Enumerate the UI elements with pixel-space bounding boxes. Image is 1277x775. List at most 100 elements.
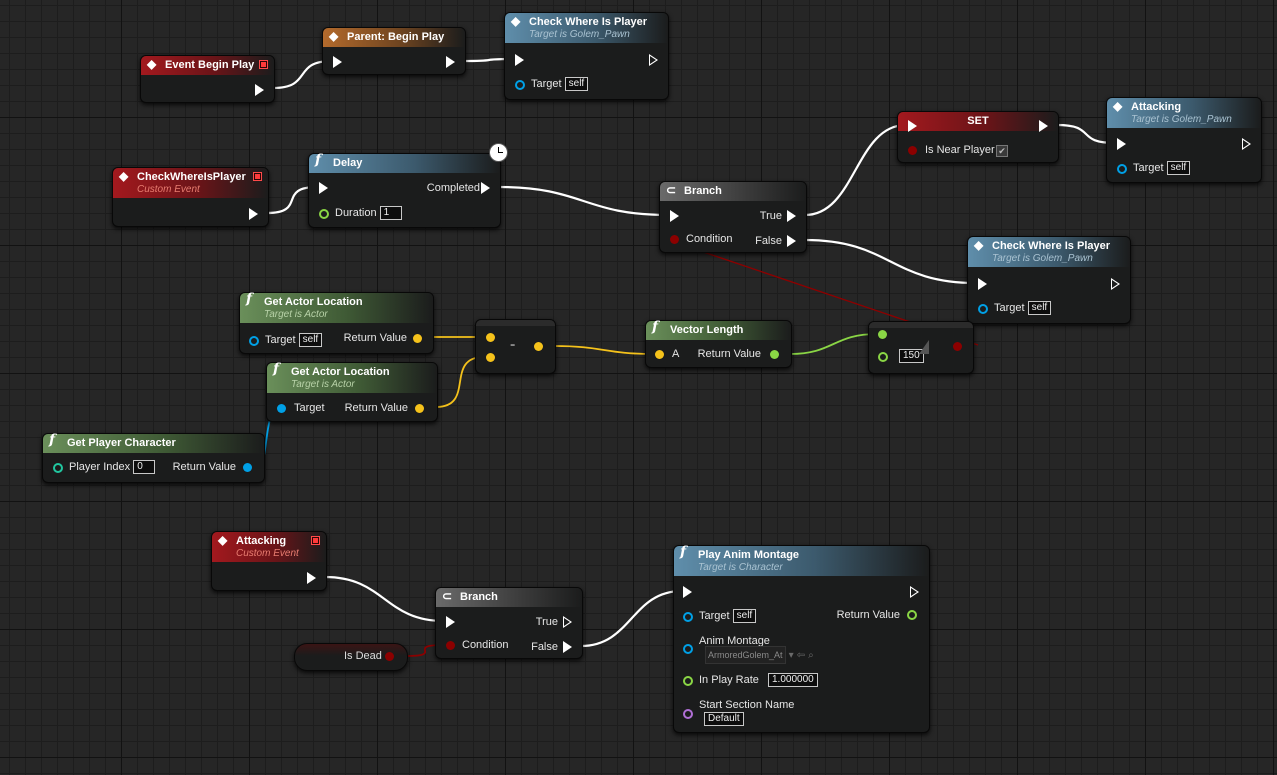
player-index-value[interactable]: 0 <box>133 460 156 475</box>
target-value[interactable]: self <box>732 609 757 624</box>
event-begin-play-node[interactable]: ◆ Event Begin Play <box>140 55 275 103</box>
return-value-pin[interactable] <box>770 350 779 359</box>
target-label: Target <box>994 302 1025 314</box>
result-pin[interactable] <box>953 342 962 351</box>
exec-out-pin[interactable] <box>446 56 455 68</box>
return-value-pin[interactable] <box>907 610 917 620</box>
is-near-player-checkbox[interactable]: ✔ <box>996 145 1008 157</box>
use-selected-arrow-icon[interactable]: ⇦ <box>797 650 805 661</box>
target-pin[interactable] <box>978 304 988 314</box>
set-is-near-player-node[interactable]: SET Is Near Player ✔ <box>897 111 1059 163</box>
wire-delay-to-branch[interactable] <box>498 185 669 217</box>
exec-out-pin[interactable] <box>255 84 264 96</box>
exec-in-pin[interactable] <box>908 120 917 132</box>
wire-event-to-branch2[interactable] <box>324 575 445 623</box>
exec-out-pin[interactable] <box>307 572 316 584</box>
return-value-pin[interactable] <box>413 334 422 343</box>
wire-branch-false-to-check[interactable] <box>804 238 977 285</box>
exec-in-pin[interactable] <box>1117 138 1126 150</box>
get-actor-location-node-2[interactable]: f Get Actor Location Target is Actor Tar… <box>266 362 438 422</box>
delegate-pin-icon[interactable] <box>259 60 268 69</box>
function-icon: f <box>49 432 56 448</box>
play-anim-montage-node[interactable]: f Play Anim Montage Target is Character … <box>673 545 930 733</box>
false-exec-pin[interactable] <box>787 235 796 247</box>
exec-out-pin[interactable] <box>1039 120 1048 132</box>
wire-branch-true-to-set[interactable] <box>804 123 907 217</box>
condition-pin[interactable] <box>670 235 679 244</box>
player-index-pin[interactable] <box>53 463 63 473</box>
get-player-character-node[interactable]: f Get Player Character Player Index 0 Re… <box>42 433 265 483</box>
target-value[interactable]: self <box>1166 161 1191 176</box>
start-section-value[interactable]: Default <box>704 712 744 726</box>
exec-in-pin[interactable] <box>670 210 679 222</box>
attacking-call-node[interactable]: ◆ Attacking Target is Golem_Pawn Target … <box>1106 97 1262 183</box>
true-exec-pin[interactable] <box>787 210 796 222</box>
start-section-pin[interactable] <box>683 709 693 719</box>
completed-exec-pin[interactable] <box>481 182 490 194</box>
exec-in-pin[interactable] <box>446 616 455 628</box>
condition-pin[interactable] <box>446 641 455 650</box>
branch-node-bottom[interactable]: ⊂ Branch True Condition False <box>435 587 583 659</box>
delegate-pin-icon[interactable] <box>253 172 262 181</box>
a-input-pin[interactable] <box>486 333 495 342</box>
target-pin[interactable] <box>1117 164 1127 174</box>
target-pin[interactable] <box>683 612 693 622</box>
exec-out-pin[interactable] <box>910 586 919 598</box>
duration-pin[interactable] <box>319 209 329 219</box>
is-near-player-pin[interactable] <box>908 146 917 155</box>
a-input-pin[interactable] <box>655 350 664 359</box>
target-pin[interactable] <box>515 80 525 90</box>
get-actor-location-node-1[interactable]: f Get Actor Location Target is Actor Tar… <box>239 292 434 354</box>
node-header: ◆ Event Begin Play <box>141 56 274 75</box>
anim-montage-dropdown[interactable]: ArmoredGolem_At <box>705 646 786 664</box>
exec-in-pin[interactable] <box>515 54 524 66</box>
target-pin[interactable] <box>277 404 286 413</box>
condition-label: Condition <box>462 639 509 651</box>
true-exec-pin[interactable] <box>563 616 572 628</box>
is-dead-output-pin[interactable] <box>385 652 394 661</box>
exec-out-pin[interactable] <box>249 208 258 220</box>
in-play-rate-value[interactable]: 1.000000 <box>767 673 818 688</box>
attacking-custom-event-node[interactable]: ◆ Attacking Custom Event <box>211 531 327 591</box>
exec-out-pin[interactable] <box>1242 138 1251 150</box>
a-input-pin[interactable] <box>878 330 887 339</box>
anim-montage-pin[interactable] <box>683 644 693 654</box>
in-play-rate-pin[interactable] <box>683 676 693 686</box>
branch-node-top[interactable]: ⊂ Branch True Condition False <box>659 181 807 253</box>
browse-search-icon[interactable]: ⌕ <box>808 650 814 661</box>
vector-length-node[interactable]: f Vector Length A Return Value <box>645 320 792 368</box>
is-dead-variable-node[interactable]: Is Dead <box>294 643 408 671</box>
return-label: Return Value <box>172 461 236 473</box>
result-pin[interactable] <box>534 342 543 351</box>
return-value-pin[interactable] <box>243 463 252 472</box>
vector-subtract-node[interactable]: - <box>475 319 556 374</box>
exec-out-pin[interactable] <box>649 54 658 66</box>
exec-in-pin[interactable] <box>683 586 692 598</box>
wire-sub-to-length[interactable] <box>553 345 655 355</box>
exec-in-pin[interactable] <box>333 56 342 68</box>
b-input-pin[interactable] <box>878 352 888 362</box>
wire-length-to-compare[interactable] <box>789 333 878 355</box>
exec-in-pin[interactable] <box>978 278 987 290</box>
delegate-pin-icon[interactable] <box>311 536 320 545</box>
exec-in-pin[interactable] <box>319 182 328 194</box>
target-value[interactable]: self <box>1027 301 1052 316</box>
parent-begin-play-node[interactable]: ◆ Parent: Begin Play <box>322 27 466 75</box>
b-input-pin[interactable] <box>486 353 495 362</box>
chevron-down-icon[interactable]: ▾ <box>789 650 794 661</box>
false-exec-pin[interactable] <box>563 641 572 653</box>
check-where-is-player-node[interactable]: ◆ Check Where Is Player Target is Golem_… <box>504 12 669 100</box>
check-where-is-player-node-2[interactable]: ◆ Check Where Is Player Target is Golem_… <box>967 236 1131 324</box>
exec-out-pin[interactable] <box>1111 278 1120 290</box>
target-value[interactable]: self <box>564 77 589 92</box>
node-title: Check Where Is Player <box>992 240 1111 252</box>
target-pin[interactable] <box>249 336 259 346</box>
float-compare-node[interactable]: 150 <box>868 321 974 374</box>
wire-branch2-false-to-anim[interactable] <box>580 589 683 648</box>
node-title: Get Actor Location <box>291 366 390 378</box>
target-value[interactable]: self <box>298 333 323 348</box>
return-value-pin[interactable] <box>415 404 424 413</box>
duration-value[interactable]: 1 <box>379 206 402 221</box>
check-where-custom-event-node[interactable]: ◆ CheckWhereIsPlayer Custom Event <box>112 167 269 227</box>
delay-node[interactable]: f Delay Completed Duration 1 <box>308 153 501 228</box>
